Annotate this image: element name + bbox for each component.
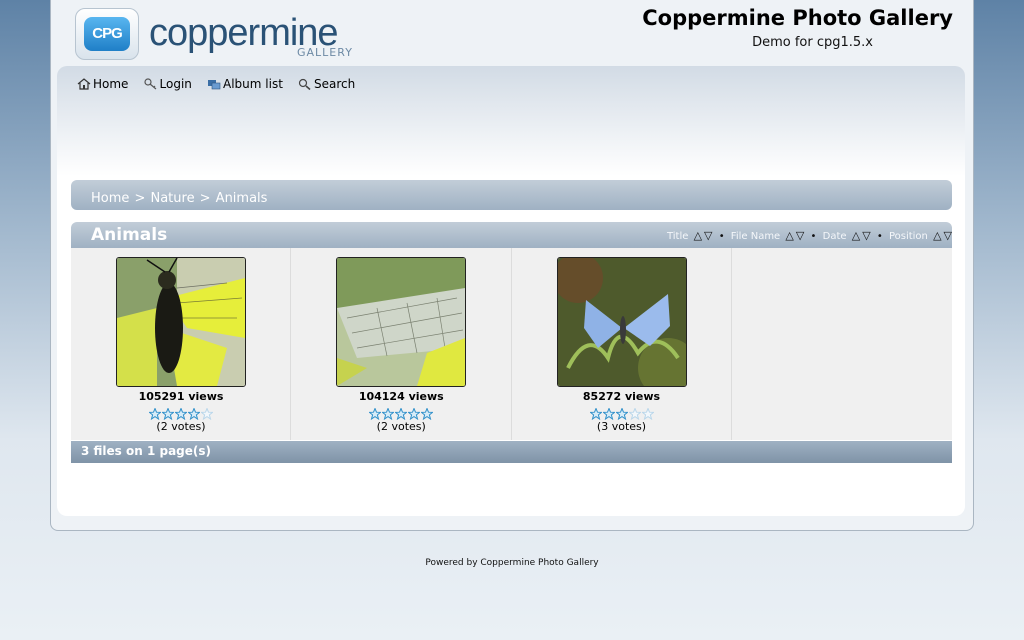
album-title: Animals [91,225,168,245]
star-filled-icon [408,408,421,420]
sort-title-asc-icon[interactable]: △ [694,229,702,242]
thumbnail-grid: 105291 views (2 votes) 104124 views (2 v… [71,248,952,440]
sort-filename-desc-icon[interactable]: ▽ [796,229,804,242]
powered-by-text: Powered by Coppermine Photo Gallery [425,558,599,568]
nav-home-label: Home [93,76,129,91]
star-filled-icon [382,408,395,420]
logo-badge-text: CPG [84,17,130,51]
empty-thumbnail-cell [732,248,952,440]
star-filled-icon [162,408,174,420]
star-filled-icon [602,408,615,420]
star-filled-icon [589,408,602,420]
vote-count: (3 votes) [596,420,647,433]
site-title: Coppermine Photo Gallery [642,6,953,30]
star-filled-icon [395,408,408,420]
view-count: 85272 views [582,390,661,403]
sort-position-desc-icon[interactable]: ▽ [944,229,952,242]
rating-stars [71,405,291,420]
album-list-icon [208,80,221,90]
sort-title-desc-icon[interactable]: ▽ [704,229,712,242]
top-navigation: Home Login Album list Search [77,73,365,91]
view-count: 104124 views [358,390,444,403]
star-filled-icon [175,408,187,420]
star-empty-icon [201,408,213,420]
nav-search-label: Search [314,76,356,91]
sort-date-asc-icon[interactable]: △ [852,229,860,242]
site-logo[interactable]: CPG coppermine GALLERY [75,8,352,62]
butterfly-photo-icon [557,258,686,386]
thumbnail-image[interactable] [116,257,246,387]
nav-album-list[interactable]: Album list [207,77,283,91]
sort-position-label: Position [888,231,928,242]
logo-badge: CPG [75,8,139,60]
nav-album-list-label: Album list [223,76,283,91]
sort-date-desc-icon[interactable]: ▽ [862,229,870,242]
file-count-bar: 3 files on 1 page(s) [71,441,952,463]
breadcrumb: Home > Nature > Animals [71,180,952,210]
rating-stars [512,405,732,420]
sort-separator: • [718,231,725,242]
star-filled-icon [421,408,434,420]
star-filled-icon [149,408,161,420]
view-count: 105291 views [138,390,224,403]
sort-separator: • [876,231,883,242]
search-icon [298,78,311,90]
home-icon [77,78,91,90]
site-description: Demo for cpg1.5.x [752,35,873,50]
thumbnail-cell: 104124 views (2 votes) [291,248,512,440]
dragonfly-wing-photo-icon [337,258,466,386]
sort-position-asc-icon[interactable]: △ [933,229,941,242]
star-filled-icon [615,408,628,420]
rating-stars [291,405,511,420]
breadcrumb-album[interactable]: Animals [216,191,268,206]
sort-options: Title △ ▽ • File Name △ ▽ • Date △ ▽ • Posi… [667,229,952,242]
nav-login-label: Login [159,76,192,91]
breadcrumb-home[interactable]: Home [91,191,129,206]
star-empty-icon [641,408,654,420]
key-icon [143,78,156,90]
vote-count: (2 votes) [376,420,426,433]
sort-date-label: Date [822,231,847,242]
sort-filename-label: File Name [730,231,781,242]
thumbnail-cell: 85272 views (3 votes) [512,248,732,440]
thumbnail-image[interactable] [556,257,687,387]
page-frame: CPG coppermine GALLERY Coppermine Photo … [50,0,974,531]
logo-subtext: GALLERY [297,46,353,59]
vote-count: (2 votes) [156,420,206,433]
sort-filename-asc-icon[interactable]: △ [785,229,793,242]
sort-title-label: Title [666,231,689,242]
nav-login[interactable]: Login [143,76,192,91]
album-header: Animals Title △ ▽ • File Name △ ▽ • Date △… [71,222,952,248]
breadcrumb-separator: > [199,191,211,206]
thumbnail-cell: 105291 views (2 votes) [71,248,292,440]
star-filled-icon [369,408,382,420]
star-empty-icon [628,408,641,420]
file-count-text: 3 files on 1 page(s) [81,444,212,458]
thumbnail-image[interactable] [336,257,467,387]
star-filled-icon [188,408,200,420]
powered-by[interactable]: Powered by Coppermine Photo Gallery [0,558,1024,568]
breadcrumb-separator: > [134,191,146,206]
nav-search[interactable]: Search [298,77,355,91]
breadcrumb-category[interactable]: Nature [150,191,194,206]
insect-photo-icon [117,258,245,386]
sort-separator: • [810,231,817,242]
nav-home[interactable]: Home [77,77,128,91]
